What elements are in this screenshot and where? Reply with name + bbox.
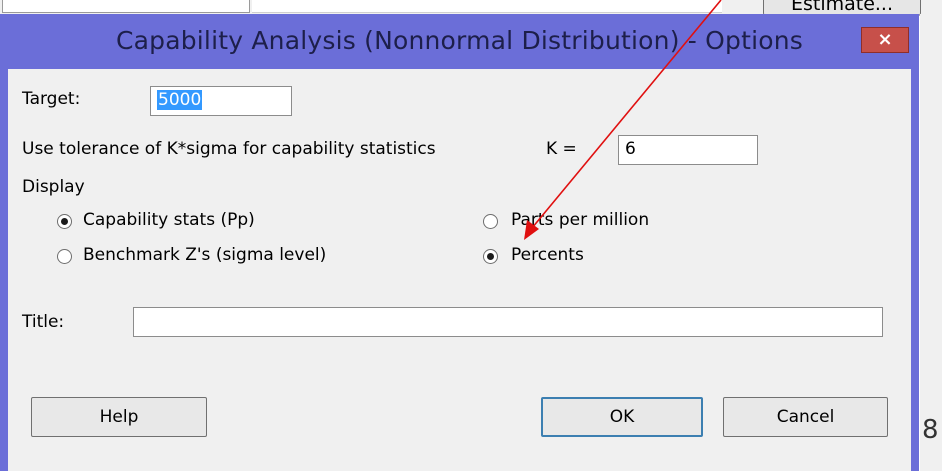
arrow-line: [531, 0, 722, 229]
annotation-arrow: [524, 0, 722, 240]
